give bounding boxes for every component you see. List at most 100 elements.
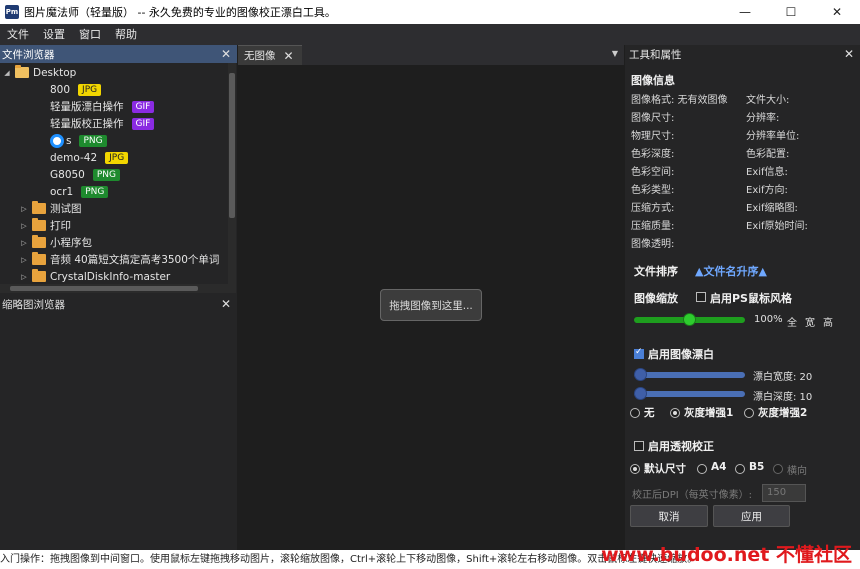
tree-item-desktop[interactable]: ◢ Desktop — [2, 64, 76, 81]
info-exif-original-time: Exif原始时间: — [746, 221, 808, 232]
folder-icon — [32, 252, 46, 265]
collapsed-arrow-icon[interactable]: ▷ — [19, 273, 29, 281]
whitening-depth-slider[interactable] — [634, 387, 745, 400]
orientation-landscape-radio[interactable] — [773, 464, 783, 474]
zoom-fit-height[interactable]: 高 — [823, 314, 833, 329]
info-image-format: 图像格式: 无有效图像 — [631, 95, 728, 106]
whitening-depth-value: 漂白深度: 10 — [753, 392, 813, 403]
info-color-profile: 色彩配置: — [746, 149, 790, 160]
file-name: G8050 — [50, 168, 85, 181]
menu-help[interactable]: 帮助 — [108, 24, 144, 45]
tree-item-file[interactable]: 800 JPG — [50, 81, 102, 98]
file-type-badge: JPG — [105, 151, 129, 164]
tree-item-file[interactable]: 轻量版漂白操作 GIF — [50, 98, 155, 115]
tab-list-dropdown-icon[interactable]: ▼ — [612, 49, 618, 58]
file-type-badge: GIF — [131, 100, 155, 113]
tree-horizontal-scrollbar[interactable] — [0, 284, 236, 293]
tree-item-folder[interactable]: ▷ 测试图 — [19, 200, 82, 217]
thumbnail-browser-header: 缩略图浏览器 ✕ — [0, 295, 237, 313]
folder-icon — [32, 269, 46, 282]
folder-open-icon — [15, 65, 29, 78]
ps-mouse-style-checkbox[interactable] — [696, 292, 706, 302]
cancel-button[interactable]: 取消 — [630, 505, 708, 527]
dpi-label: 校正后DPI（每英寸像素）: — [632, 490, 753, 501]
whitening-mode-gray1-radio[interactable] — [670, 408, 680, 418]
enable-whitening-checkbox[interactable] — [634, 347, 644, 359]
info-color-depth: 色彩深度: — [631, 149, 675, 160]
tree-item-file[interactable]: ocr1 PNG — [50, 183, 109, 200]
whitening-mode-gray2-label: 灰度增强2 — [758, 407, 808, 419]
file-name: demo-42 — [50, 151, 98, 164]
tree-item-folder[interactable]: ▷ 打印 — [19, 217, 71, 234]
info-file-size: 文件大小: — [746, 95, 790, 106]
scrollbar-thumb[interactable] — [229, 73, 235, 218]
file-type-badge: PNG — [92, 168, 120, 181]
menu-settings[interactable]: 设置 — [36, 24, 72, 45]
whitening-width-value: 漂白宽度: 20 — [753, 372, 813, 383]
tree-item-folder[interactable]: ▷ CrystalDiskInfo-master — [19, 268, 170, 284]
size-a4-radio[interactable] — [697, 464, 707, 474]
scrollbar-thumb[interactable] — [10, 286, 198, 291]
zoom-fit-width[interactable]: 宽 — [805, 314, 815, 329]
collapsed-arrow-icon[interactable]: ▷ — [19, 222, 29, 230]
tree-item-folder[interactable]: ▷ 小程序包 — [19, 234, 92, 251]
whitening-width-slider[interactable] — [634, 368, 745, 381]
info-color-space: 色彩空间: — [631, 167, 675, 178]
whitening-width-knob[interactable] — [634, 368, 647, 381]
tree-item-file[interactable]: s PNG — [50, 132, 107, 149]
whitening-depth-knob[interactable] — [634, 387, 647, 400]
menu-file[interactable]: 文件 — [0, 24, 36, 45]
whitening-mode-none-radio[interactable] — [630, 408, 640, 418]
tab-close-icon[interactable]: ✕ — [282, 49, 296, 63]
dpi-input[interactable]: 150 — [762, 484, 806, 502]
info-exif: Exif信息: — [746, 167, 788, 178]
tab-label: 无图像 — [244, 50, 276, 62]
tree-item-file[interactable]: demo-42 JPG — [50, 149, 129, 166]
zoom-slider-knob[interactable] — [683, 313, 696, 326]
tools-panel-close-icon[interactable]: ✕ — [842, 47, 856, 61]
file-sort-toggle[interactable]: ▲文件名升序▲ — [695, 263, 767, 279]
collapsed-arrow-icon[interactable]: ▷ — [19, 256, 29, 264]
expanded-arrow-icon[interactable]: ◢ — [2, 69, 12, 77]
watermark: www.budoo.net 不懂社区 — [601, 544, 852, 566]
file-name: 800 — [50, 83, 71, 96]
tree-item-file[interactable]: G8050 PNG — [50, 166, 120, 183]
drop-hint: 拖拽图像到这里... — [380, 289, 482, 321]
tab-no-image[interactable]: 无图像 ✕ — [238, 45, 302, 65]
close-window-button[interactable]: ✕ — [814, 0, 860, 24]
enable-perspective-checkbox[interactable] — [634, 441, 644, 451]
file-name: 轻量版校正操作 — [50, 118, 124, 130]
thumbnail-browser-close-icon[interactable]: ✕ — [219, 297, 233, 311]
tree-item-folder[interactable]: ▷ 音频 40篇短文搞定高考3500个单词 — [19, 251, 219, 268]
tree-item-file[interactable]: 轻量版校正操作 GIF — [50, 115, 155, 132]
window-title: 图片魔法师（轻量版） -- 永久免费的专业的图像校正漂白工具。 — [24, 6, 336, 19]
zoom-fit-all[interactable]: 全 — [787, 314, 797, 329]
minimize-button[interactable]: — — [722, 0, 768, 24]
file-browser-close-icon[interactable]: ✕ — [219, 47, 233, 61]
tree-vertical-scrollbar[interactable] — [228, 63, 236, 284]
apply-button[interactable]: 应用 — [713, 505, 790, 527]
window-controls: — ☐ ✕ — [722, 0, 860, 24]
folder-icon — [32, 201, 46, 214]
size-b5-label: B5 — [749, 461, 765, 473]
file-tree: ◢ Desktop 800 JPG 轻量版漂白操作 GIF 轻量版校正操作 GI… — [0, 63, 228, 284]
whitening-mode-gray2-radio[interactable] — [744, 408, 754, 418]
menu-window[interactable]: 窗口 — [72, 24, 108, 45]
info-compression-quality: 压缩质量: — [631, 221, 675, 232]
zoom-slider[interactable] — [634, 313, 745, 326]
file-sort-label: 文件排序 — [634, 265, 678, 278]
size-default-radio[interactable] — [630, 464, 640, 474]
info-resolution: 分辨率: — [746, 113, 780, 124]
image-view-area[interactable]: 无图像 ✕ ▼ 拖拽图像到这里... — [238, 45, 624, 550]
size-b5-radio[interactable] — [735, 464, 745, 474]
info-resolution-unit: 分辨率单位: — [746, 131, 800, 142]
image-info-title: 图像信息 — [631, 74, 675, 87]
collapsed-arrow-icon[interactable]: ▷ — [19, 239, 29, 247]
info-color-type: 色彩类型: — [631, 185, 675, 196]
file-type-badge: PNG — [81, 185, 109, 198]
maximize-button[interactable]: ☐ — [768, 0, 814, 24]
thumbnail-browser-title: 缩略图浏览器 — [2, 298, 65, 311]
collapsed-arrow-icon[interactable]: ▷ — [19, 205, 29, 213]
folder-name: CrystalDiskInfo-master — [50, 270, 171, 283]
whitening-mode-gray1-label: 灰度增强1 — [684, 407, 734, 419]
